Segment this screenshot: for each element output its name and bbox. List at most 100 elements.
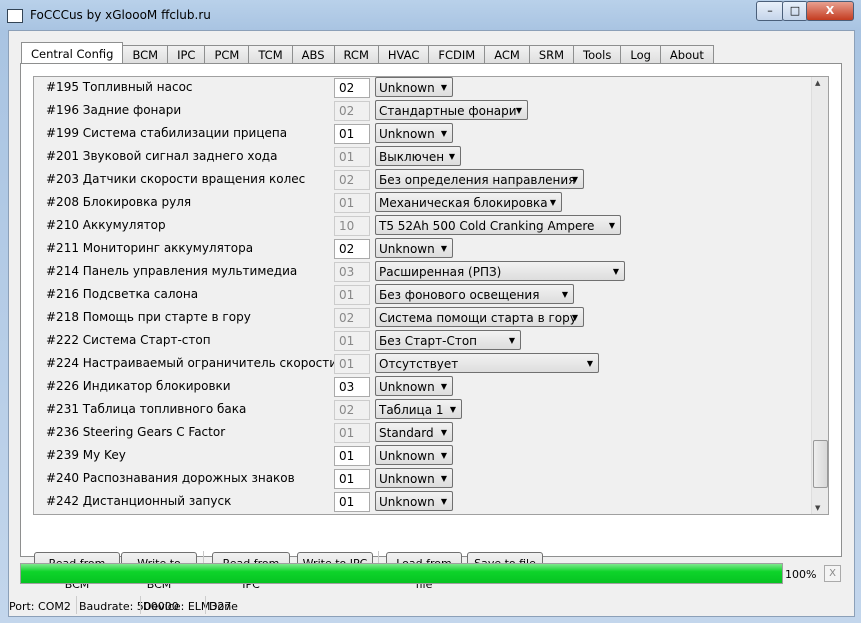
config-option-dropdown[interactable]: Механическая блокировка ▼ <box>375 192 562 212</box>
config-row: #211 Мониторинг аккумулятора 02 Unknown ▼ <box>34 238 814 261</box>
config-label: #236 Steering Gears C Factor <box>46 425 226 439</box>
maximize-button[interactable]: □ <box>782 1 808 21</box>
dropdown-value: T5 52Ah 500 Cold Cranking Ampere <box>379 219 595 233</box>
dropdown-value: Unknown <box>379 242 435 256</box>
config-option-dropdown[interactable]: Unknown ▼ <box>375 376 453 396</box>
dropdown-value: Отсутствует <box>379 357 459 371</box>
config-label: #218 Помощь при старте в гору <box>46 310 251 324</box>
config-value-input: 01 <box>334 331 370 351</box>
chevron-down-icon: ▼ <box>440 382 447 391</box>
chevron-down-icon: ▼ <box>448 152 455 161</box>
tab-tools[interactable]: Tools <box>573 45 622 65</box>
config-row: #203 Датчики скорости вращения колес 02 … <box>34 169 814 192</box>
config-label: #242 Дистанционный запуск <box>46 494 232 508</box>
app-window: FoCCCus by xGloooM ffclub.ru – □ X Centr… <box>0 0 861 623</box>
tab-central-config[interactable]: Central Config <box>21 42 124 65</box>
config-value-input[interactable]: 01 <box>334 446 370 466</box>
config-option-dropdown[interactable]: Без Старт-Стоп ▼ <box>375 330 521 350</box>
scroll-up-icon[interactable]: ▲ <box>815 79 820 87</box>
status-state: Done <box>209 600 238 613</box>
config-value-input: 01 <box>334 354 370 374</box>
dropdown-value: Без Старт-Стоп <box>379 334 478 348</box>
tab-tcm[interactable]: TCM <box>248 45 293 65</box>
config-option-dropdown[interactable]: Без определения направления ▼ <box>375 169 584 189</box>
scroll-down-icon[interactable]: ▼ <box>815 504 820 512</box>
config-row: #195 Топливный насос 02 Unknown ▼ <box>34 77 814 100</box>
config-value-input: 02 <box>334 101 370 121</box>
tab-abs[interactable]: ABS <box>291 45 335 65</box>
central-config-panel: ▲ ▼ #195 Топливный насос 02 Unknown ▼ #196… <box>20 63 842 591</box>
chevron-down-icon: ▼ <box>508 336 515 345</box>
dropdown-value: Таблица 1 <box>379 403 444 417</box>
config-option-dropdown[interactable]: Система помощи старта в гору ▼ <box>375 307 584 327</box>
chevron-down-icon: ▼ <box>440 451 447 460</box>
chevron-down-icon: ▼ <box>440 428 447 437</box>
config-option-dropdown[interactable]: Unknown ▼ <box>375 123 453 143</box>
dropdown-value: Система помощи старта в гору <box>379 311 577 325</box>
close-button[interactable]: X <box>806 1 854 21</box>
dropdown-value: Unknown <box>379 81 435 95</box>
config-value-input: 02 <box>334 400 370 420</box>
config-option-dropdown[interactable]: Расширенная (РПЗ) ▼ <box>375 261 625 281</box>
config-value-input[interactable]: 01 <box>334 492 370 512</box>
config-row: #216 Подсветка салона 01 Без фонового ос… <box>34 284 814 307</box>
tab-log[interactable]: Log <box>620 45 661 65</box>
config-row: #196 Задние фонари 02 Стандартные фонари… <box>34 100 814 123</box>
config-row: #239 My Key 01 Unknown ▼ <box>34 445 814 468</box>
config-value-input: 01 <box>334 423 370 443</box>
scrollbar-thumb[interactable] <box>813 440 828 488</box>
config-row: #214 Панель управления мультимедиа 03 Ра… <box>34 261 814 284</box>
tab-about[interactable]: About <box>659 45 714 65</box>
config-option-dropdown[interactable]: Отсутствует ▼ <box>375 353 599 373</box>
dropdown-value: Standard <box>379 426 434 440</box>
config-label: #239 My Key <box>46 448 126 462</box>
config-option-dropdown[interactable]: Unknown ▼ <box>375 445 453 465</box>
config-label: #216 Подсветка салона <box>46 287 199 301</box>
config-value-input: 03 <box>334 262 370 282</box>
dropdown-value: Механическая блокировка <box>379 196 548 210</box>
divider <box>76 596 77 614</box>
cancel-button[interactable]: X <box>824 565 841 582</box>
config-label: #201 Звуковой сигнал заднего хода <box>46 149 278 163</box>
dropdown-value: Unknown <box>379 449 435 463</box>
chevron-down-icon: ▼ <box>440 244 447 253</box>
config-row: #224 Настраиваемый ограничитель скорости… <box>34 353 814 376</box>
tab-acm[interactable]: ACM <box>484 45 530 65</box>
config-value-input: 01 <box>334 285 370 305</box>
config-option-dropdown[interactable]: Unknown ▼ <box>375 238 453 258</box>
tab-bcm[interactable]: BCM <box>122 45 169 65</box>
config-label: #231 Таблица топливного бака <box>46 402 247 416</box>
config-option-dropdown[interactable]: Standard ▼ <box>375 422 453 442</box>
config-option-dropdown[interactable]: Стандартные фонари ▼ <box>375 100 528 120</box>
config-option-dropdown[interactable]: T5 52Ah 500 Cold Cranking Ampere ▼ <box>375 215 621 235</box>
config-list: ▲ ▼ #195 Топливный насос 02 Unknown ▼ #196… <box>33 76 829 515</box>
tab-srm[interactable]: SRM <box>528 45 575 65</box>
config-value-input[interactable]: 03 <box>334 377 370 397</box>
config-value-input[interactable]: 02 <box>334 78 370 98</box>
tab-rcm[interactable]: RCM <box>333 45 379 65</box>
config-value-input[interactable]: 01 <box>334 469 370 489</box>
config-option-dropdown[interactable]: Unknown ▼ <box>375 468 453 488</box>
chevron-down-icon: ▼ <box>440 129 447 138</box>
config-label: #222 Система Старт-стоп <box>46 333 211 347</box>
config-option-dropdown[interactable]: Без фонового освещения ▼ <box>375 284 574 304</box>
tab-fcdim[interactable]: FCDIM <box>428 45 486 65</box>
config-value-input[interactable]: 01 <box>334 124 370 144</box>
config-row: #242 Дистанционный запуск 01 Unknown ▼ <box>34 491 814 514</box>
chevron-down-icon: ▼ <box>571 175 578 184</box>
chevron-down-icon: ▼ <box>515 106 522 115</box>
tab-ipc[interactable]: IPC <box>167 45 206 65</box>
tab-hvac[interactable]: HVAC <box>377 45 430 65</box>
config-option-dropdown[interactable]: Unknown ▼ <box>375 491 453 511</box>
config-label: #214 Панель управления мультимедиа <box>46 264 298 278</box>
config-option-dropdown[interactable]: Выключен ▼ <box>375 146 461 166</box>
minimize-button[interactable]: – <box>756 1 784 21</box>
chevron-down-icon: ▼ <box>561 290 568 299</box>
config-option-dropdown[interactable]: Unknown ▼ <box>375 77 453 97</box>
config-option-dropdown[interactable]: Таблица 1 ▼ <box>375 399 462 419</box>
config-row: #201 Звуковой сигнал заднего хода 01 Вык… <box>34 146 814 169</box>
dropdown-value: Unknown <box>379 472 435 486</box>
config-label: #224 Настраиваемый ограничитель скорости <box>46 356 338 370</box>
tab-pcm[interactable]: PCM <box>204 45 250 65</box>
config-value-input[interactable]: 02 <box>334 239 370 259</box>
